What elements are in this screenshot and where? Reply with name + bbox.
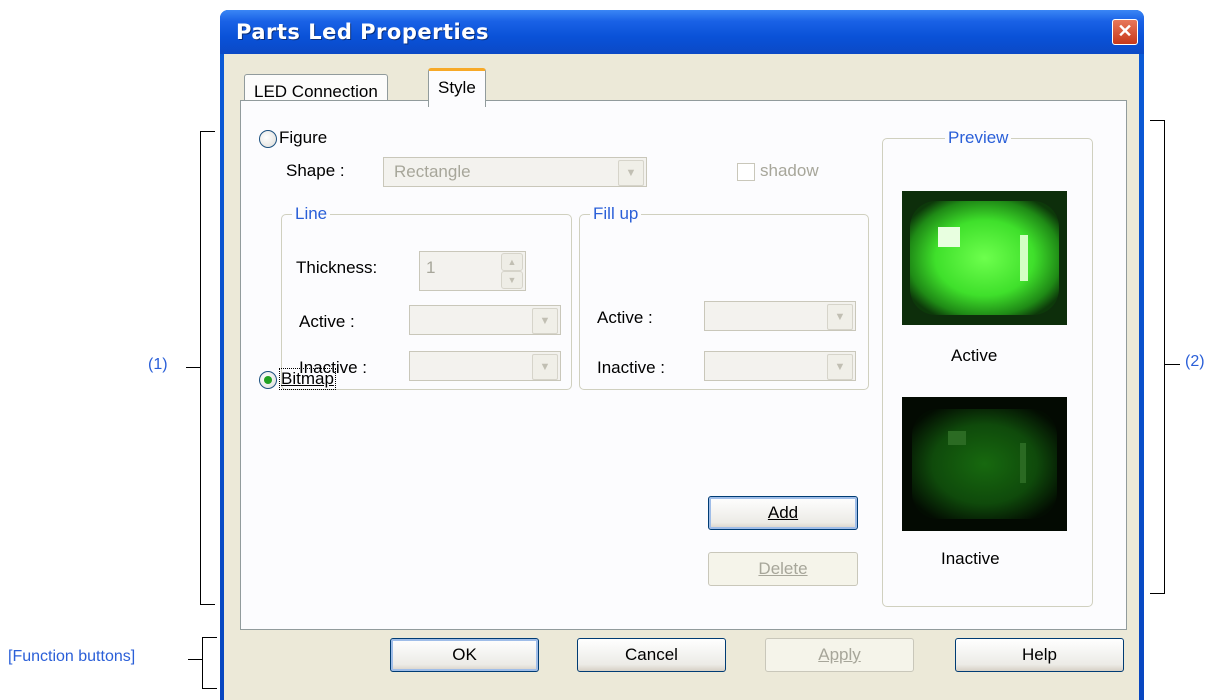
preview-group: Preview Active Inactive bbox=[882, 128, 1093, 607]
led-active-icon bbox=[902, 191, 1067, 325]
line-active-label: Active : bbox=[299, 312, 355, 331]
tab-style[interactable]: Style bbox=[428, 68, 486, 107]
shadow-label[interactable]: shadow bbox=[760, 161, 819, 181]
fill-up-group-title: Fill up bbox=[590, 204, 642, 224]
chevron-down-icon[interactable]: ▼ bbox=[827, 304, 853, 330]
annotation-line-3 bbox=[188, 659, 202, 660]
style-tab-panel: Figure Shape : Rectangle ▼ shadow Line T… bbox=[240, 100, 1127, 630]
fill-inactive-combo[interactable]: ▼ bbox=[704, 351, 856, 381]
bitmap-radio-label[interactable]: Bitmap bbox=[279, 368, 336, 390]
spin-down-icon[interactable]: ▼ bbox=[501, 271, 523, 289]
thickness-spinner[interactable]: 1 ▲ ▼ bbox=[419, 251, 526, 291]
chevron-down-icon[interactable]: ▼ bbox=[618, 160, 644, 186]
preview-active-label: Active bbox=[951, 346, 998, 365]
line-active-combo[interactable]: ▼ bbox=[409, 305, 561, 335]
line-group: Line Thickness: 1 ▲ ▼ Active : ▼ Inactiv… bbox=[281, 204, 572, 390]
dialog-client-area: LED Connection Style Figure Shape : Rect… bbox=[224, 54, 1139, 700]
chevron-down-icon[interactable]: ▼ bbox=[827, 354, 853, 380]
apply-button-label: Apply bbox=[818, 645, 861, 664]
spin-up-icon[interactable]: ▲ bbox=[501, 253, 523, 271]
annotation-bracket-2 bbox=[1150, 120, 1165, 594]
shape-combo[interactable]: Rectangle ▼ bbox=[383, 157, 647, 187]
dialog-title: Parts Led Properties bbox=[236, 20, 489, 44]
figure-radio[interactable] bbox=[259, 130, 277, 148]
annotation-section-2: (2) bbox=[1185, 353, 1205, 370]
cancel-button[interactable]: Cancel bbox=[577, 638, 726, 672]
chevron-down-icon[interactable]: ▼ bbox=[532, 308, 558, 334]
help-button-label: Help bbox=[1022, 645, 1057, 664]
fill-inactive-label: Inactive : bbox=[597, 358, 666, 377]
add-button[interactable]: Add bbox=[708, 496, 858, 530]
fill-active-combo[interactable]: ▼ bbox=[704, 301, 856, 331]
preview-active-led bbox=[902, 191, 1067, 325]
figure-radio-label[interactable]: Figure bbox=[279, 128, 327, 148]
thickness-value: 1 bbox=[426, 258, 436, 277]
dialog-window: Parts Led Properties ✕ LED Connection St… bbox=[220, 10, 1144, 700]
annotation-bracket-3 bbox=[202, 637, 217, 689]
add-button-label: Add bbox=[767, 503, 799, 522]
bitmap-radio[interactable] bbox=[259, 371, 277, 389]
annotation-line-2 bbox=[1164, 364, 1180, 365]
apply-button[interactable]: Apply bbox=[765, 638, 914, 672]
fill-up-group: Fill up Active : ▼ Inactive : ▼ bbox=[579, 204, 869, 390]
delete-button[interactable]: Delete bbox=[708, 552, 858, 586]
chevron-down-icon[interactable]: ▼ bbox=[532, 354, 558, 380]
ok-button[interactable]: OK bbox=[390, 638, 539, 672]
close-icon: ✕ bbox=[1117, 21, 1133, 41]
shape-label: Shape : bbox=[286, 161, 345, 180]
line-group-title: Line bbox=[292, 204, 331, 224]
annotation-bracket-1 bbox=[200, 131, 215, 605]
line-inactive-combo[interactable]: ▼ bbox=[409, 351, 561, 381]
help-button[interactable]: Help bbox=[955, 638, 1124, 672]
title-bar[interactable]: Parts Led Properties ✕ bbox=[220, 10, 1144, 54]
preview-inactive-led bbox=[902, 397, 1067, 531]
delete-button-label: Delete bbox=[758, 559, 808, 578]
annotation-section-1: (1) bbox=[148, 356, 168, 373]
shadow-checkbox[interactable] bbox=[737, 163, 755, 181]
shape-combo-value: Rectangle bbox=[394, 162, 471, 181]
annotation-line-1 bbox=[186, 367, 200, 368]
led-inactive-icon bbox=[902, 397, 1067, 531]
radio-selected-dot bbox=[264, 376, 272, 384]
cancel-button-label: Cancel bbox=[625, 645, 678, 664]
annotation-function-buttons: [Function buttons] bbox=[8, 648, 136, 665]
fill-active-label: Active : bbox=[597, 308, 653, 327]
preview-inactive-label: Inactive bbox=[941, 549, 1000, 568]
thickness-label: Thickness: bbox=[296, 258, 378, 277]
ok-button-label: OK bbox=[452, 645, 477, 664]
close-button[interactable]: ✕ bbox=[1112, 19, 1138, 45]
preview-group-title: Preview bbox=[945, 128, 1012, 148]
